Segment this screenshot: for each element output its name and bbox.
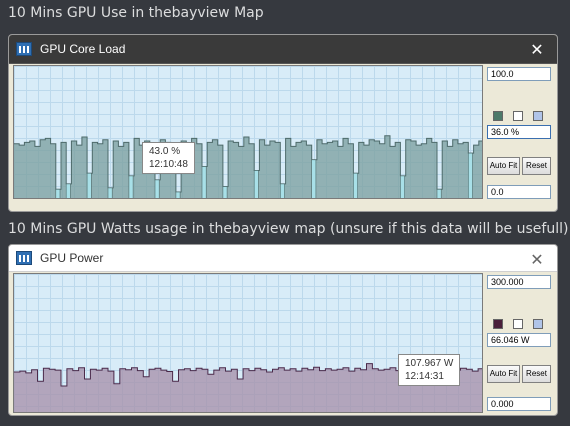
title-bar[interactable]: GPU Core Load ✕ bbox=[9, 35, 557, 64]
data-point-dip bbox=[201, 166, 207, 198]
data-point-dip bbox=[400, 175, 405, 198]
power-plot[interactable]: 107.967 W 12:14:31 bbox=[13, 273, 483, 413]
data-point-dip bbox=[107, 187, 113, 198]
data-point-dip bbox=[65, 183, 71, 198]
data-point-dip bbox=[128, 175, 134, 198]
line-color-swatch[interactable] bbox=[493, 319, 503, 329]
data-point-dip bbox=[467, 152, 473, 198]
core-load-chart-svg bbox=[14, 135, 482, 198]
auto-fit-button[interactable]: Auto Fit bbox=[487, 365, 520, 383]
gpu-app-icon bbox=[16, 42, 32, 56]
background-color-swatch[interactable] bbox=[513, 319, 523, 329]
tooltip-value: 107.967 W bbox=[405, 358, 454, 369]
window-title: GPU Power bbox=[40, 251, 104, 265]
data-point-dip bbox=[353, 172, 358, 198]
min-value-field[interactable]: 0.000 bbox=[487, 397, 551, 411]
auto-fit-button[interactable]: Auto Fit bbox=[487, 157, 520, 175]
data-point-dip bbox=[222, 186, 228, 198]
window-title: GPU Core Load bbox=[40, 42, 126, 56]
power-tooltip: 107.967 W 12:14:31 bbox=[398, 354, 461, 386]
gpu-app-icon bbox=[16, 251, 32, 265]
power-side-panel: 300.000 66.046 W Auto Fit Reset 0.000 bbox=[487, 273, 553, 415]
power-chart-svg bbox=[14, 363, 482, 412]
data-point-dip bbox=[436, 189, 442, 198]
grid-color-swatch[interactable] bbox=[533, 319, 543, 329]
background-color-swatch[interactable] bbox=[513, 111, 523, 121]
title-bar[interactable]: GPU Power ✕ bbox=[9, 245, 557, 272]
data-point-dip bbox=[311, 159, 317, 198]
current-value-field[interactable]: 66.046 W bbox=[487, 333, 551, 347]
caption-gpu-watts: 10 Mins GPU Watts usage in thebayview ma… bbox=[8, 221, 569, 237]
gpu-power-window: GPU Power ✕ 107.967 W 12:14:31 300.000 6… bbox=[8, 244, 558, 416]
data-point-dip bbox=[279, 183, 285, 198]
core-load-side-panel: 100.0 36.0 % Auto Fit Reset 0.0 bbox=[487, 65, 553, 211]
grid-color-swatch[interactable] bbox=[533, 111, 543, 121]
line-color-swatch[interactable] bbox=[493, 111, 503, 121]
tooltip-value: 43.0 % bbox=[149, 146, 181, 157]
reset-button[interactable]: Reset bbox=[522, 365, 551, 383]
core-load-tooltip: 43.0 % 12:10:48 bbox=[142, 142, 195, 174]
tooltip-time: 12:14:31 bbox=[405, 371, 444, 382]
max-value-field[interactable]: 100.0 bbox=[487, 67, 551, 81]
close-icon[interactable]: ✕ bbox=[527, 39, 547, 59]
max-value-field[interactable]: 300.000 bbox=[487, 275, 551, 289]
data-point-dip bbox=[86, 172, 92, 198]
gpu-core-load-window: GPU Core Load ✕ 43.0 % 12:10:48 100.0 36… bbox=[8, 34, 558, 212]
reset-button[interactable]: Reset bbox=[522, 157, 551, 175]
data-point-dip bbox=[253, 170, 259, 198]
current-value-field[interactable]: 36.0 % bbox=[487, 125, 551, 139]
caption-gpu-use: 10 Mins GPU Use in thebayview Map bbox=[8, 5, 264, 21]
data-point-dip bbox=[154, 179, 160, 198]
data-point-dip bbox=[175, 191, 181, 198]
tooltip-time: 12:10:48 bbox=[149, 159, 188, 170]
data-point-dip bbox=[55, 189, 61, 198]
min-value-field[interactable]: 0.0 bbox=[487, 185, 551, 199]
close-icon[interactable]: ✕ bbox=[527, 249, 547, 269]
core-load-plot[interactable]: 43.0 % 12:10:48 bbox=[13, 65, 483, 199]
series-area bbox=[14, 135, 482, 198]
